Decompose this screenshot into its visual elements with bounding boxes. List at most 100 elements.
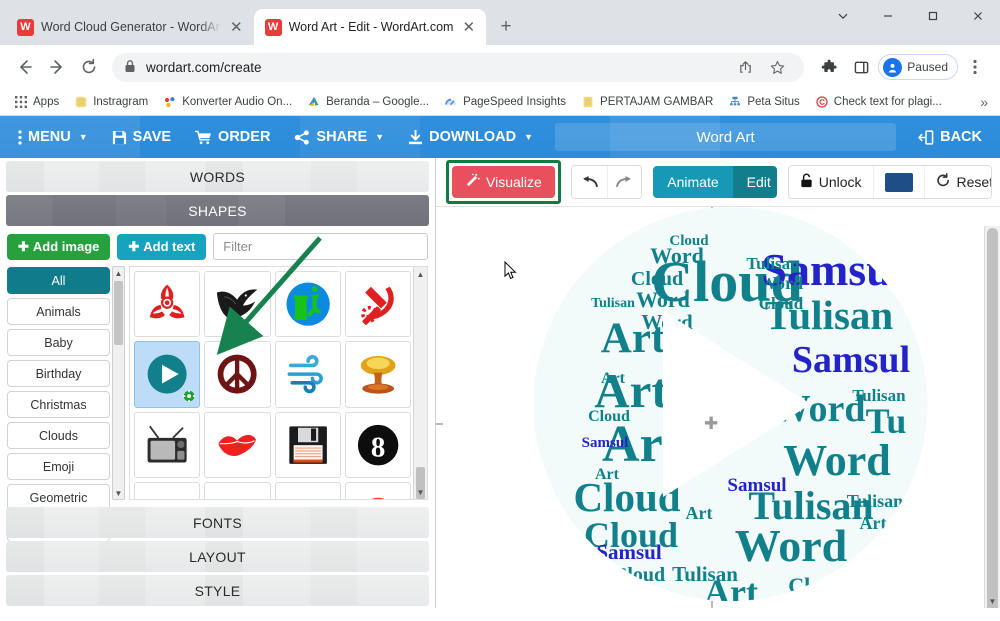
shape-hammer-and-sickle[interactable]	[344, 271, 411, 338]
visualize-button[interactable]: Visualize	[452, 166, 555, 198]
add-text-button[interactable]: ✚ Add text	[117, 233, 207, 260]
shape-play-button[interactable]	[134, 341, 201, 408]
shape-biohazard[interactable]	[134, 271, 201, 338]
bookmark-instragram[interactable]: Instragram	[68, 93, 154, 111]
bookmark-star-icon[interactable]	[762, 52, 792, 82]
brain-icon	[370, 497, 385, 499]
shape-television[interactable]	[134, 411, 201, 478]
section-layout[interactable]: LAYOUT	[6, 541, 429, 572]
share-button[interactable]: SHARE ▼	[282, 123, 396, 151]
shape-wind[interactable]	[274, 341, 341, 408]
shape-category-baby[interactable]: Baby	[7, 329, 110, 356]
shape-brain[interactable]	[344, 481, 411, 499]
address-bar[interactable]: wordart.com/create	[112, 52, 805, 82]
shape-filter-input[interactable]	[213, 233, 428, 260]
shape-peace-sign[interactable]	[204, 341, 271, 408]
forward-icon[interactable]	[42, 52, 72, 82]
chevron-down-icon[interactable]	[820, 0, 865, 32]
shapes-toolbar: ✚ Add image ✚ Add text	[0, 226, 435, 266]
bookmarks-bar: Apps Instragram Konverter Audio On... Be…	[0, 89, 1000, 116]
shape-category-all[interactable]: All	[7, 267, 110, 294]
scroll-down-icon[interactable]: ▼	[985, 594, 1000, 608]
shape-lightbulb[interactable]	[204, 481, 271, 499]
redo-button[interactable]	[606, 166, 642, 198]
svg-text:Cloud: Cloud	[613, 564, 665, 586]
scroll-up-icon[interactable]: ▲	[113, 267, 124, 279]
browser-tab-1[interactable]: W Word Cloud Generator - WordArt ✕	[6, 9, 254, 45]
page-scrollbar[interactable]: ▲ ▼	[984, 226, 1000, 608]
svg-text:Art: Art	[716, 426, 742, 445]
section-shapes[interactable]: SHAPES	[6, 195, 429, 226]
maximize-icon[interactable]	[910, 0, 955, 32]
close-window-icon[interactable]	[955, 0, 1000, 32]
wordart-logo-icon: W	[17, 18, 34, 36]
wordcloud-art[interactable]: Cloud Samsul Tulisan Samsul Art Art Art …	[481, 206, 981, 608]
add-image-button[interactable]: ✚ Add image	[7, 233, 111, 260]
page-icon	[581, 95, 595, 109]
google-icon	[307, 95, 321, 109]
shape-category-birthday[interactable]: Birthday	[7, 360, 110, 387]
scrollbar-thumb[interactable]	[114, 281, 123, 345]
shape-category-clouds[interactable]: Clouds	[7, 422, 110, 449]
close-icon[interactable]: ✕	[228, 20, 245, 35]
shape-category-christmas[interactable]: Christmas	[7, 391, 110, 418]
lock-icon	[124, 59, 136, 76]
reload-icon[interactable]	[74, 52, 104, 82]
bookmark-peta-situs[interactable]: Peta Situs	[722, 93, 805, 111]
bookmark-check-text-plagiarism[interactable]: Check text for plagi...	[809, 93, 948, 111]
bookmark-beranda-google[interactable]: Beranda – Google...	[301, 93, 435, 111]
shape-eight-ball[interactable]: 8	[344, 411, 411, 478]
wordcloud-canvas[interactable]: ✚ Cloud Samsul Tulisan Samsul Art Art Ar…	[436, 206, 1000, 608]
shape-grid-scrollbar[interactable]: ▲ ▼	[413, 267, 427, 499]
minimize-icon[interactable]	[865, 0, 910, 32]
reset-button[interactable]: Reset	[923, 166, 991, 198]
category-scrollbar[interactable]: ▲ ▼	[112, 266, 125, 500]
download-icon	[408, 129, 423, 145]
share-icon[interactable]	[730, 52, 760, 82]
animate-tab[interactable]: Animate	[653, 166, 733, 198]
scroll-up-icon[interactable]: ▲	[414, 268, 427, 280]
order-button[interactable]: ORDER	[183, 123, 282, 151]
section-fonts[interactable]: FONTS	[6, 507, 429, 538]
side-panel-icon[interactable]	[846, 52, 876, 82]
shape-lips-kiss[interactable]	[204, 411, 271, 478]
shape-category-emoji[interactable]: Emoji	[7, 453, 110, 480]
shape-dice[interactable]	[134, 481, 201, 499]
profile-chip[interactable]: Paused	[878, 54, 958, 80]
unlock-button[interactable]: Unlock	[788, 166, 873, 198]
shape-eagle[interactable]	[204, 271, 271, 338]
extensions-icon[interactable]	[814, 52, 844, 82]
bookmark-pertajam-gambar[interactable]: PERTAJAM GAMBAR	[575, 93, 719, 111]
download-button[interactable]: DOWNLOAD ▼	[396, 123, 545, 151]
three-dot-menu-icon[interactable]	[960, 52, 990, 82]
scroll-down-icon[interactable]: ▼	[414, 486, 427, 498]
bookmarks-overflow-icon[interactable]: »	[976, 94, 992, 110]
undo-button[interactable]	[571, 166, 607, 198]
shape-raised-fist[interactable]	[274, 481, 341, 499]
bookmark-konverter-audio[interactable]: Konverter Audio On...	[157, 93, 298, 111]
svg-text:Word: Word	[641, 310, 693, 334]
shape-category-animals[interactable]: Animals	[7, 298, 110, 325]
bookmark-pagespeed-insights[interactable]: PageSpeed Insights	[438, 93, 572, 111]
save-button[interactable]: SAVE	[100, 123, 183, 151]
bookmark-apps[interactable]: Apps	[8, 93, 65, 111]
shape-floppy-disk[interactable]	[274, 411, 341, 478]
gear-icon[interactable]	[180, 388, 197, 405]
close-icon[interactable]: ✕	[460, 20, 477, 35]
shape-nuclear-explosion[interactable]	[344, 341, 411, 408]
app-toolbar: MENU ▼ SAVE ORDER SHARE ▼ DOWNLOAD ▼ Wor…	[0, 116, 1000, 158]
background-color-picker[interactable]	[872, 166, 924, 198]
edit-tab[interactable]: Edit	[732, 166, 777, 198]
back-button[interactable]: BACK	[906, 123, 994, 151]
menu-button[interactable]: MENU ▼	[6, 123, 100, 151]
share-label: SHARE	[316, 129, 368, 145]
section-words[interactable]: WORDS	[6, 161, 429, 192]
scroll-down-icon[interactable]: ▼	[113, 487, 124, 499]
bookmark-label: Beranda – Google...	[326, 96, 430, 108]
back-icon[interactable]	[10, 52, 40, 82]
browser-tab-2[interactable]: W Word Art - Edit - WordArt.com ✕	[253, 9, 487, 45]
shape-recycle-bin[interactable]	[274, 271, 341, 338]
scrollbar-thumb[interactable]	[987, 228, 998, 608]
new-tab-button[interactable]: +	[492, 13, 520, 41]
section-style[interactable]: STYLE	[6, 575, 429, 606]
